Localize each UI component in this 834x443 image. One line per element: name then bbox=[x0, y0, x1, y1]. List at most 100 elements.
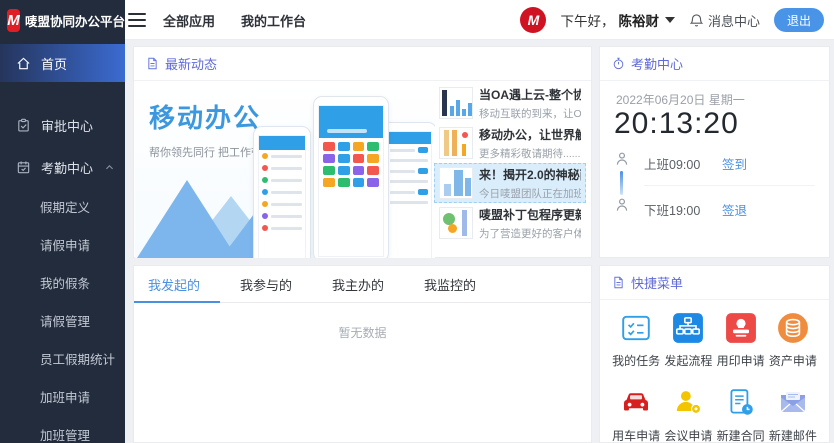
tab-monitored-by-me[interactable]: 我监控的 bbox=[404, 266, 496, 302]
document-icon bbox=[612, 276, 625, 289]
news-list-item-selected[interactable]: 来！揭开2.0的神秘面纱- 今日唛盟团队正在加班加点， bbox=[434, 163, 586, 203]
approval-icon bbox=[16, 118, 31, 133]
my-tasks-panel: 我发起的 我参与的 我主办的 我监控的 暂无数据 bbox=[133, 265, 592, 443]
attendance-panel: 考勤中心 2022年06月20日 星期一 20:13:20 上班09:00 签到… bbox=[599, 46, 830, 258]
quick-item-new-mail[interactable]: 新建邮件 bbox=[767, 387, 819, 443]
chevron-up-icon bbox=[104, 162, 115, 173]
quick-item-new-contract[interactable]: 新建合同 bbox=[715, 387, 767, 443]
nav-all-apps[interactable]: 全部应用 bbox=[163, 11, 215, 30]
logout-button[interactable]: 退出 bbox=[774, 8, 824, 32]
news-title: 来！揭开2.0的神秘面纱- bbox=[479, 166, 581, 183]
news-thumbnail bbox=[439, 87, 473, 119]
quick-item-vehicle-request[interactable]: 用车申请 bbox=[610, 387, 662, 443]
user-menu[interactable]: 下午好， 陈裕财 bbox=[560, 10, 675, 30]
sidebar-subitem-employee-holiday-stats[interactable]: 员工假期统计 bbox=[0, 340, 125, 376]
check-out-row: 下班19:00 签退 bbox=[600, 197, 829, 219]
quick-menu-panel: 快捷菜单 我的任务 发起流程 用印申请 资产申请 用车申请 会议申请 bbox=[599, 265, 830, 443]
home-icon bbox=[16, 56, 31, 71]
stamp-icon bbox=[725, 312, 757, 344]
sidebar-item-approval-center[interactable]: 审批中心 bbox=[0, 106, 125, 144]
attendance-icon bbox=[16, 160, 31, 175]
task-list-icon bbox=[620, 312, 652, 344]
quick-item-asset-request[interactable]: 资产申请 bbox=[767, 312, 819, 369]
attendance-clock: 20:13:20 bbox=[614, 107, 739, 141]
news-list-item[interactable]: 当OA遇上云-整个协同OA 移动互联的到来，让OA与云 bbox=[434, 83, 586, 123]
sidebar-subitem-leave-request[interactable]: 请假申请 bbox=[0, 226, 125, 262]
quick-item-label: 资产申请 bbox=[769, 352, 817, 369]
user-avatar[interactable]: M bbox=[520, 7, 546, 33]
car-icon bbox=[620, 387, 652, 419]
news-list: 当OA遇上云-整个协同OA 移动互联的到来，让OA与云 移动办公，让世界触手可 … bbox=[434, 83, 586, 243]
sidebar-item-attendance-center[interactable]: 考勤中心 bbox=[0, 148, 125, 186]
news-subtitle: 今日唛盟团队正在加班加点， bbox=[479, 186, 581, 201]
news-title: 移动办公，让世界触手可 bbox=[479, 126, 581, 143]
sidebar-subitem-leave-management[interactable]: 请假管理 bbox=[0, 302, 125, 338]
empty-state-text: 暂无数据 bbox=[134, 324, 591, 341]
panel-header: 考勤中心 bbox=[600, 47, 829, 81]
document-icon bbox=[146, 57, 159, 70]
person-icon bbox=[614, 151, 630, 167]
sidebar-subitem-my-leave-notes[interactable]: 我的假条 bbox=[0, 264, 125, 300]
nav-my-workbench[interactable]: 我的工作台 bbox=[241, 11, 306, 30]
attendance-date: 2022年06月20日 星期一 bbox=[616, 91, 745, 108]
app-logo[interactable]: M 唛盟协同办公平台 bbox=[0, 0, 125, 40]
timeline-connector bbox=[620, 171, 623, 195]
contract-icon bbox=[725, 387, 757, 419]
check-out-label: 下班19:00 bbox=[644, 200, 700, 219]
quick-item-start-flow[interactable]: 发起流程 bbox=[662, 312, 714, 369]
quick-item-meeting-request[interactable]: 会议申请 bbox=[662, 387, 714, 443]
check-in-label: 上班09:00 bbox=[644, 154, 700, 173]
quick-item-label: 用车申请 bbox=[612, 427, 660, 443]
sidebar-item-label: 首页 bbox=[41, 54, 67, 73]
tab-participated-by-me[interactable]: 我参与的 bbox=[220, 266, 312, 302]
topbar: M 唛盟协同办公平台 全部应用 我的工作台 M 下午好， 陈裕财 消息中心 退出 bbox=[0, 0, 834, 40]
news-list-item[interactable]: 唛盟补丁包程序更新 为了营造更好的客户体验，唛 bbox=[434, 203, 586, 243]
sidebar-subitem-overtime-request[interactable]: 加班申请 bbox=[0, 378, 125, 414]
quick-item-seal-request[interactable]: 用印申请 bbox=[715, 312, 767, 369]
sidebar-subitem-holiday-definition[interactable]: 假期定义 bbox=[0, 188, 125, 224]
panel-header: 快捷菜单 bbox=[600, 266, 829, 300]
panel-header: 最新动态 bbox=[134, 47, 591, 81]
news-subtitle: 更多精彩敬请期待........ bbox=[479, 146, 581, 161]
hamburger-menu-icon[interactable] bbox=[128, 11, 146, 29]
news-title: 当OA遇上云-整个协同OA bbox=[479, 86, 581, 103]
banner-phone-mockup bbox=[253, 126, 311, 258]
quick-item-my-tasks[interactable]: 我的任务 bbox=[610, 312, 662, 369]
asset-icon bbox=[777, 312, 809, 344]
promo-banner[interactable]: 移动办公 帮你领先同行 把工作带出办公室 bbox=[135, 82, 435, 258]
topbar-right: M 下午好， 陈裕财 消息中心 退出 bbox=[520, 0, 824, 40]
person-icon bbox=[614, 197, 630, 213]
app-title: 唛盟协同办公平台 bbox=[25, 11, 125, 30]
message-center-label: 消息中心 bbox=[708, 11, 760, 30]
check-out-link[interactable]: 签退 bbox=[722, 200, 747, 219]
sidebar: 首页 审批中心 考勤中心 假期定义 请假申请 我的假条 请假管理 员工假期统计 … bbox=[0, 40, 125, 443]
divider bbox=[644, 185, 815, 186]
check-in-link[interactable]: 签到 bbox=[722, 154, 747, 173]
sidebar-subitem-overtime-management[interactable]: 加班管理 bbox=[0, 416, 125, 443]
sidebar-item-label: 审批中心 bbox=[41, 116, 93, 135]
greeting-text: 下午好， bbox=[560, 10, 614, 30]
quick-item-label: 发起流程 bbox=[664, 352, 712, 369]
news-subtitle: 为了营造更好的客户体验，唛 bbox=[479, 226, 581, 241]
news-thumbnail bbox=[439, 207, 473, 239]
chevron-down-icon bbox=[665, 17, 675, 23]
news-thumbnail bbox=[439, 167, 473, 199]
tab-hosted-by-me[interactable]: 我主办的 bbox=[312, 266, 404, 302]
message-center-link[interactable]: 消息中心 bbox=[689, 11, 760, 30]
panel-title: 最新动态 bbox=[165, 54, 217, 73]
top-nav: 全部应用 我的工作台 bbox=[163, 0, 306, 40]
quick-item-label: 用印申请 bbox=[717, 352, 765, 369]
news-list-item[interactable]: 移动办公，让世界触手可 更多精彩敬请期待........ bbox=[434, 123, 586, 163]
logo-m-icon: M bbox=[7, 9, 20, 32]
tasks-tabbar: 我发起的 我参与的 我主办的 我监控的 bbox=[134, 266, 591, 303]
sidebar-item-label: 考勤中心 bbox=[41, 158, 93, 177]
news-thumbnail bbox=[439, 127, 473, 159]
start-flow-icon bbox=[672, 312, 704, 344]
user-name: 陈裕财 bbox=[618, 10, 659, 30]
latest-news-panel: 最新动态 移动办公 帮你领先同行 把工作带出办公室 bbox=[133, 46, 592, 258]
tab-initiated-by-me[interactable]: 我发起的 bbox=[134, 266, 220, 302]
meeting-icon bbox=[672, 387, 704, 419]
quick-item-label: 新建邮件 bbox=[769, 427, 817, 443]
news-subtitle: 移动互联的到来，让OA与云 bbox=[479, 106, 581, 121]
sidebar-item-home[interactable]: 首页 bbox=[0, 44, 125, 82]
